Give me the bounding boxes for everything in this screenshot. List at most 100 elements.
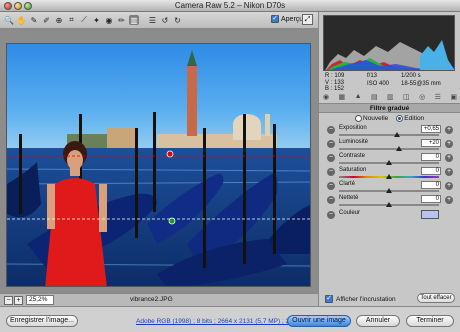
contrast-label: Contraste bbox=[339, 153, 366, 159]
readout-focal: 18-55@35 mm bbox=[401, 80, 441, 87]
preferences-icon[interactable]: ☰ bbox=[148, 15, 158, 25]
white-balance-icon[interactable]: ✎ bbox=[29, 15, 39, 25]
sharpness-value-field[interactable]: 0 bbox=[421, 195, 441, 203]
tab-tone-curve-icon[interactable]: ▦ bbox=[339, 93, 346, 102]
spot-removal-icon[interactable]: ✦ bbox=[92, 15, 102, 25]
histogram-graph bbox=[325, 40, 454, 70]
brightness-value-field[interactable]: +20 bbox=[421, 139, 441, 147]
cancel-button[interactable]: Annuler bbox=[356, 315, 400, 327]
window-title: Camera Raw 5.2 – Nikon D70s bbox=[174, 1, 286, 10]
saturation-plus-button[interactable]: + bbox=[445, 168, 453, 176]
preview-label: Aperçu bbox=[281, 15, 304, 23]
saturation-row: − Saturation 0 + bbox=[327, 167, 455, 181]
sharpness-slider-thumb[interactable] bbox=[386, 202, 392, 207]
mode-edit-label: Edition bbox=[404, 115, 425, 123]
readout-aperture: f/13 bbox=[367, 73, 378, 79]
brightness-row: − Luminosité +20 + bbox=[327, 139, 455, 153]
sharpness-plus-button[interactable]: + bbox=[445, 196, 453, 204]
contrast-value-field[interactable]: 0 bbox=[421, 153, 441, 161]
brightness-plus-button[interactable]: + bbox=[445, 140, 453, 148]
exposure-value-field[interactable]: +0,65 bbox=[421, 125, 441, 133]
tab-presets-icon[interactable]: ☰ bbox=[435, 93, 441, 102]
bottom-bar: Enregistrer l'image... Adobe RGB (1998) … bbox=[0, 306, 460, 332]
sharpness-label: Netteté bbox=[339, 195, 359, 201]
fullscreen-button[interactable]: ⤢ bbox=[302, 14, 313, 25]
section-title: Filtre gradué bbox=[319, 103, 460, 113]
brightness-slider-thumb[interactable] bbox=[396, 146, 402, 151]
mode-new-label: Nouvelle bbox=[363, 115, 389, 123]
open-image-button[interactable]: Ouvrir une image bbox=[287, 315, 351, 327]
contrast-row: − Contraste 0 + bbox=[327, 153, 455, 167]
tab-basic-icon[interactable]: ◉ bbox=[323, 93, 329, 102]
mode-new-radio[interactable] bbox=[355, 115, 362, 122]
color-sampler-icon[interactable]: ✐ bbox=[42, 15, 52, 25]
readout-r: R : 109 bbox=[325, 73, 345, 79]
straighten-icon[interactable]: ⟋ bbox=[79, 15, 89, 25]
brightness-slider-track[interactable] bbox=[339, 148, 439, 150]
rotate-left-icon[interactable]: ↺ bbox=[160, 15, 170, 25]
tab-detail-icon[interactable]: ▲ bbox=[355, 93, 362, 102]
readout-b: B : 152 bbox=[325, 86, 345, 92]
color-row: − Couleur bbox=[327, 210, 455, 224]
panel-tabs: ◉ ▦ ▲ ▤ ▥ ◫ ◎ ☰ ▣ bbox=[321, 93, 459, 102]
tab-camera-calibration-icon[interactable]: ◎ bbox=[419, 93, 425, 102]
adjustment-panel: R : 109 V : 133 B : 152 f/13 1/200 s ISO … bbox=[318, 12, 460, 306]
saturation-slider-thumb[interactable] bbox=[386, 174, 392, 179]
exposure-plus-button[interactable]: + bbox=[445, 126, 453, 134]
mode-new-option[interactable]: Nouvelle bbox=[355, 115, 388, 122]
hand-tool-icon[interactable]: ✋ bbox=[17, 15, 27, 25]
clarity-minus-button[interactable]: − bbox=[327, 182, 335, 190]
color-swatch[interactable] bbox=[421, 210, 439, 219]
contrast-plus-button[interactable]: + bbox=[445, 154, 453, 162]
done-button[interactable]: Terminer bbox=[406, 315, 454, 327]
show-overlay-toggle[interactable]: ✓ Afficher l'incrustation bbox=[325, 295, 396, 303]
exposure-minus-button[interactable]: − bbox=[327, 126, 335, 134]
show-overlay-label: Afficher l'incrustation bbox=[336, 295, 396, 303]
saturation-minus-button[interactable]: − bbox=[327, 168, 335, 176]
graduated-filter-icon[interactable]: ▥ bbox=[129, 15, 139, 25]
workflow-options-link[interactable]: Adobe RGB (1998) ; 8 bits ; 2664 x 2131 … bbox=[136, 318, 307, 325]
tab-lens-icon[interactable]: ◫ bbox=[403, 93, 410, 102]
save-image-button[interactable]: Enregistrer l'image... bbox=[6, 315, 78, 327]
exposure-row: − Exposition +0,65 + bbox=[327, 125, 455, 139]
red-eye-icon[interactable]: ◉ bbox=[104, 15, 114, 25]
clarity-row: − Clarté 0 + bbox=[327, 181, 455, 195]
mode-edit-option[interactable]: Edition bbox=[396, 115, 424, 122]
tab-split-toning-icon[interactable]: ▥ bbox=[387, 93, 394, 102]
exposure-slider-thumb[interactable] bbox=[394, 132, 400, 137]
zoom-in-button[interactable]: + bbox=[14, 296, 23, 305]
rotate-right-icon[interactable]: ↻ bbox=[173, 15, 183, 25]
tab-hsl-icon[interactable]: ▤ bbox=[371, 93, 378, 102]
zoom-level-field[interactable]: 25,2% bbox=[26, 295, 54, 305]
targeted-adjustment-icon[interactable]: ⊕ bbox=[54, 15, 64, 25]
mode-selector: Nouvelle Edition bbox=[355, 115, 424, 122]
readout-shutter: 1/200 s bbox=[401, 73, 421, 79]
zoom-out-button[interactable]: − bbox=[4, 296, 13, 305]
show-overlay-checkbox[interactable]: ✓ bbox=[325, 295, 333, 303]
contrast-slider-thumb[interactable] bbox=[386, 160, 392, 165]
contrast-minus-button[interactable]: − bbox=[327, 154, 335, 162]
sharpness-minus-button[interactable]: − bbox=[327, 196, 335, 204]
sharpness-row: − Netteté 0 + bbox=[327, 195, 455, 209]
tab-snapshots-icon[interactable]: ▣ bbox=[450, 93, 457, 102]
zoom-tool-icon[interactable]: 🔍 bbox=[4, 15, 14, 25]
photo-preview[interactable] bbox=[6, 43, 311, 287]
crop-icon[interactable]: ⌗ bbox=[67, 15, 77, 25]
histogram bbox=[323, 15, 455, 71]
preview-checkbox[interactable]: ✓ bbox=[271, 15, 279, 23]
clear-all-button[interactable]: Tout effacer bbox=[417, 293, 455, 303]
brightness-minus-button[interactable]: − bbox=[327, 140, 335, 148]
preview-toggle[interactable]: ✓ Aperçu bbox=[271, 15, 303, 23]
status-bar: − + 25,2% vibrance2.JPG bbox=[0, 293, 318, 306]
file-name: vibrance2.JPG bbox=[130, 296, 173, 303]
adjustment-brush-icon[interactable]: ✏ bbox=[117, 15, 127, 25]
exposure-slider-track[interactable] bbox=[339, 134, 439, 136]
mode-edit-radio[interactable] bbox=[396, 115, 404, 122]
color-minus-button[interactable]: − bbox=[327, 211, 335, 219]
saturation-value-field[interactable]: 0 bbox=[421, 167, 441, 175]
pixel-readout: R : 109 V : 133 B : 152 f/13 1/200 s ISO … bbox=[323, 71, 455, 93]
readout-iso: ISO 400 bbox=[367, 80, 390, 87]
clarity-value-field[interactable]: 0 bbox=[421, 181, 441, 189]
clarity-plus-button[interactable]: + bbox=[445, 182, 453, 190]
clarity-slider-thumb[interactable] bbox=[386, 188, 392, 193]
